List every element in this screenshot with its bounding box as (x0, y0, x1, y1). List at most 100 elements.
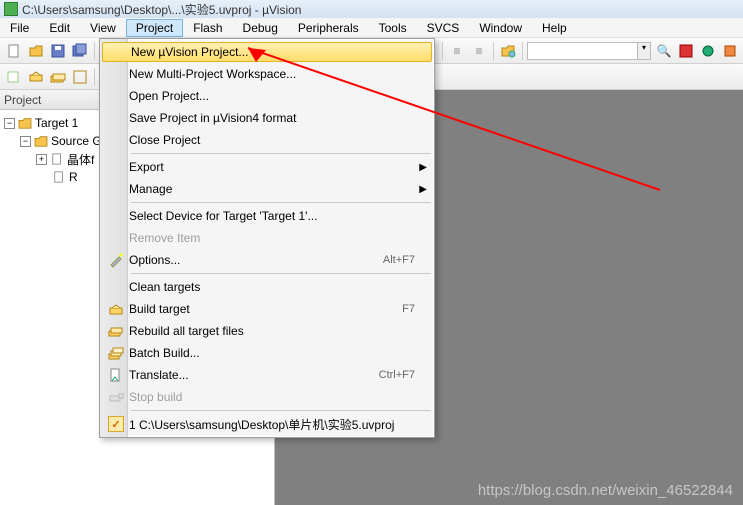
menu-item-view[interactable]: View (80, 19, 126, 37)
menu-item[interactable]: Close Project (101, 129, 433, 151)
menu-item-window[interactable]: Window (469, 19, 532, 37)
menu-item[interactable]: New µVision Project... (102, 42, 432, 62)
menu-item-label: Options... (129, 253, 383, 267)
menu-item-label: Clean targets (129, 280, 415, 294)
menu-item[interactable]: Clean targets (101, 276, 433, 298)
menu-shortcut: Ctrl+F7 (379, 369, 415, 381)
menu-item-peripherals[interactable]: Peripherals (288, 19, 369, 37)
menu-bar: FileEditViewProjectFlashDebugPeripherals… (0, 18, 743, 38)
menu-item-label: New µVision Project... (131, 45, 413, 59)
app-icon (4, 2, 18, 16)
menu-shortcut: F7 (402, 303, 415, 315)
menu-item-label: Manage (129, 182, 415, 196)
menu-item[interactable]: Open Project... (101, 85, 433, 107)
menu-item-edit[interactable]: Edit (39, 19, 80, 37)
menu-item-file[interactable]: File (0, 19, 39, 37)
save-icon[interactable] (48, 41, 68, 61)
menu-item-label: Rebuild all target files (129, 324, 415, 338)
settings-icon[interactable] (721, 42, 739, 60)
menu-item[interactable]: Select Device for Target 'Target 1'... (101, 205, 433, 227)
menu-separator (131, 273, 431, 274)
blank-icon (103, 205, 129, 227)
wand-icon (103, 249, 129, 271)
toolbar-separator (493, 42, 494, 60)
check-icon: ✓ (103, 413, 129, 435)
menu-item-label: Close Project (129, 133, 415, 147)
new-file-icon[interactable] (4, 41, 24, 61)
menu-item-label: Remove Item (129, 231, 415, 245)
menu-item-help[interactable]: Help (532, 19, 577, 37)
menu-item: Remove Item (101, 227, 433, 249)
menu-item[interactable]: ✓1 C:\Users\samsung\Desktop\单片机\实验5.uvpr… (101, 413, 433, 435)
title-text: C:\Users\samsung\Desktop\...\实验5.uvproj … (22, 1, 301, 18)
toolbar-right-chunk: ≡ ≡ (440, 38, 647, 64)
menu-separator (131, 202, 431, 203)
menu-item-label: 1 C:\Users\samsung\Desktop\单片机\实验5.uvpro… (129, 416, 415, 433)
expand-icon[interactable]: − (20, 136, 31, 147)
tree-label: Source G (51, 134, 102, 148)
blank-icon (103, 63, 129, 85)
save-all-icon[interactable] (70, 41, 90, 61)
rebuild-icon (103, 320, 129, 342)
title-bar: C:\Users\samsung\Desktop\...\实验5.uvproj … (0, 0, 743, 18)
menu-item[interactable]: Export ▶ (101, 156, 433, 178)
build-icon[interactable] (26, 67, 46, 87)
menu-item[interactable]: Manage ▶ (101, 178, 433, 200)
find-icon[interactable]: 🔍 (655, 42, 673, 60)
menu-item: Stop build (101, 386, 433, 408)
tree-label: Target 1 (35, 116, 78, 130)
blank-icon (103, 107, 129, 129)
open-icon[interactable] (26, 41, 46, 61)
menu-item-label: Stop build (129, 390, 415, 404)
blank-icon (103, 227, 129, 249)
batch-icon[interactable] (70, 67, 90, 87)
build-icon (103, 298, 129, 320)
config-icon[interactable] (677, 42, 695, 60)
submenu-arrow-icon: ▶ (419, 184, 427, 195)
menu-item-label: Export (129, 160, 415, 174)
rebuild-icon[interactable] (48, 67, 68, 87)
blank-icon (103, 129, 129, 151)
menu-item-label: Select Device for Target 'Target 1'... (129, 209, 415, 223)
menu-item-tools[interactable]: Tools (369, 19, 417, 37)
menu-item[interactable]: Rebuild all target files (101, 320, 433, 342)
menu-item-flash[interactable]: Flash (183, 19, 232, 37)
indent-right-icon[interactable]: ≡ (469, 41, 489, 61)
folder-icon (34, 135, 48, 147)
blank-icon (103, 85, 129, 107)
blank-icon (105, 43, 131, 61)
menu-item-debug[interactable]: Debug (233, 19, 288, 37)
blank-icon (103, 156, 129, 178)
batch-icon (103, 342, 129, 364)
manage-icon[interactable] (498, 41, 518, 61)
debug-icon[interactable] (699, 42, 717, 60)
indent-left-icon[interactable]: ≡ (447, 41, 467, 61)
tree-label: 晶体f (67, 151, 94, 168)
expand-icon[interactable]: − (4, 118, 15, 129)
translate-icon[interactable] (4, 67, 24, 87)
project-menu-dropdown: New µVision Project... New Multi-Project … (99, 38, 435, 438)
menu-item-label: Build target (129, 302, 402, 316)
menu-item-label: Open Project... (129, 89, 415, 103)
menu-item-svcs[interactable]: SVCS (417, 19, 470, 37)
menu-item[interactable]: Translate...Ctrl+F7 (101, 364, 433, 386)
submenu-arrow-icon: ▶ (419, 162, 427, 173)
blank-icon (103, 276, 129, 298)
menu-item[interactable]: Options...Alt+F7 (101, 249, 433, 271)
menu-item[interactable]: Save Project in µVision4 format (101, 107, 433, 129)
menu-item[interactable]: Build targetF7 (101, 298, 433, 320)
menu-item[interactable]: Batch Build... (101, 342, 433, 364)
combo-dropdown-icon[interactable]: ▾ (637, 42, 651, 60)
expand-icon[interactable]: + (36, 154, 47, 165)
menu-item-label: Save Project in µVision4 format (129, 111, 415, 125)
toolbar-separator (522, 42, 523, 60)
menu-item-label: Translate... (129, 368, 379, 382)
target-combo[interactable] (527, 42, 647, 60)
translate-icon (103, 364, 129, 386)
toolbar-separator (94, 42, 95, 60)
panel-title: Project (4, 93, 41, 107)
menu-item-label: New Multi-Project Workspace... (129, 67, 415, 81)
menu-item-project[interactable]: Project (126, 19, 183, 37)
menu-item[interactable]: New Multi-Project Workspace... (101, 63, 433, 85)
target-icon (18, 117, 32, 129)
